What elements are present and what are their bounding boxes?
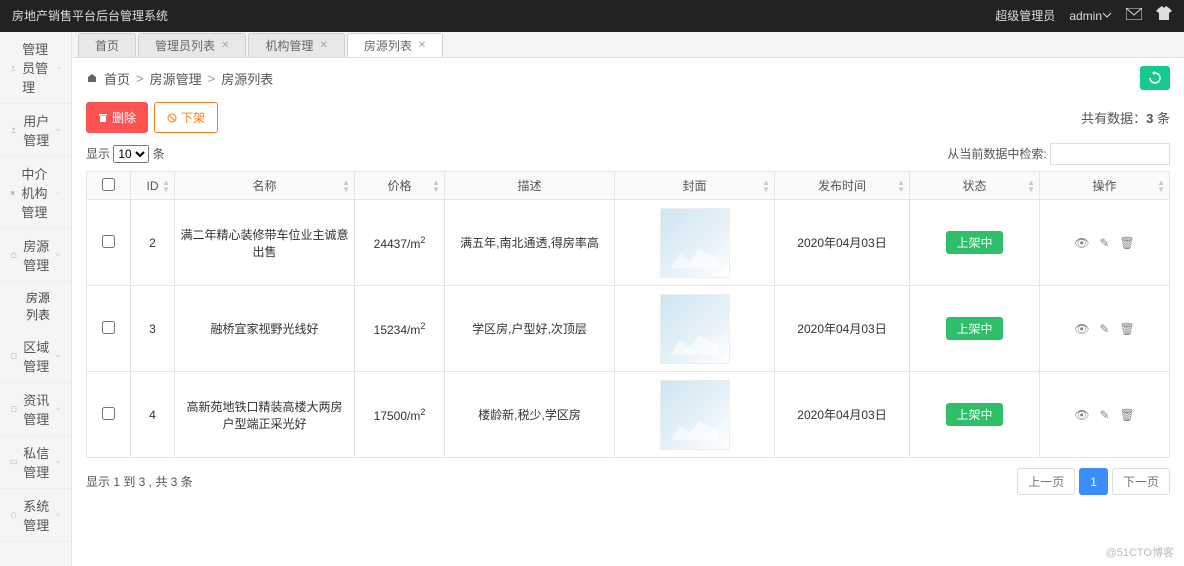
cell-id: 3: [131, 286, 175, 372]
cover-image: [660, 208, 730, 278]
row-checkbox[interactable]: [102, 235, 115, 248]
cell-desc: 楼龄新,税少,学区房: [445, 372, 615, 458]
cell-cover: [615, 286, 775, 372]
cover-image: [660, 380, 730, 450]
sidebar-item-admins[interactable]: 管理员管理: [0, 32, 71, 104]
watermark: @51CTO博客: [1106, 544, 1174, 560]
edit-icon[interactable]: ✎: [1099, 322, 1109, 336]
cell-id: 2: [131, 200, 175, 286]
close-icon[interactable]: ✕: [418, 40, 426, 51]
edit-icon[interactable]: ✎: [1099, 236, 1109, 250]
footer-info: 显示 1 到 3 , 共 3 条: [86, 473, 193, 490]
sidebar-sub-house-list[interactable]: 房源列表: [0, 282, 71, 330]
prev-page-button[interactable]: 上一页: [1017, 468, 1075, 495]
mail-icon[interactable]: [1126, 0, 1142, 32]
col-ops[interactable]: 操作▲▼: [1040, 172, 1170, 200]
cover-image: [660, 294, 730, 364]
cell-price: 17500/m2: [355, 372, 445, 458]
cell-time: 2020年04月03日: [775, 200, 910, 286]
table-row: 3 融桥宜家视野光线好 15234/m2 学区房,户型好,次顶层 2020年04…: [87, 286, 1170, 372]
chevron-up-icon: [55, 250, 61, 260]
cell-status: 上架中: [910, 286, 1040, 372]
edit-icon[interactable]: ✎: [1099, 408, 1109, 422]
shirt-icon[interactable]: [1156, 0, 1172, 32]
cell-price: 15234/m2: [355, 286, 445, 372]
tab-house-list[interactable]: 房源列表✕: [347, 33, 443, 57]
view-icon[interactable]: 👁: [1074, 322, 1089, 336]
cell-name: 融桥宜家视野光线好: [175, 286, 355, 372]
breadcrumb: 首页> 房源管理> 房源列表: [86, 69, 273, 88]
table-row: 4 高新苑地铁口精装高楼大两房 户型端正采光好 17500/m2 楼龄新,税少,…: [87, 372, 1170, 458]
sidebar-item-agencies[interactable]: 中介机构管理: [0, 157, 71, 229]
sidebar-item-users[interactable]: 用户管理: [0, 104, 71, 157]
cell-name: 满二年精心装修带车位业主诚意出售: [175, 200, 355, 286]
delete-button[interactable]: 删除: [86, 102, 148, 133]
refresh-button[interactable]: [1140, 66, 1170, 90]
sidebar-item-regions[interactable]: 区域管理: [0, 330, 71, 383]
cell-id: 4: [131, 372, 175, 458]
sidebar-item-houses[interactable]: 房源管理: [0, 229, 71, 282]
cell-time: 2020年04月03日: [775, 372, 910, 458]
cell-cover: [615, 200, 775, 286]
view-icon[interactable]: 👁: [1074, 236, 1089, 250]
app-title: 房地产销售平台后台管理系统: [12, 0, 168, 32]
row-checkbox[interactable]: [102, 321, 115, 334]
data-count: 共有数据：3 条: [1081, 108, 1170, 127]
sidebar-item-messages[interactable]: 私信管理: [0, 436, 71, 489]
tab-agency[interactable]: 机构管理✕: [248, 33, 344, 57]
checkbox-all[interactable]: [102, 178, 115, 191]
cell-desc: 满五年,南北通透,得房率高: [445, 200, 615, 286]
cell-status: 上架中: [910, 200, 1040, 286]
status-badge[interactable]: 上架中: [946, 403, 1002, 426]
cell-desc: 学区房,户型好,次顶层: [445, 286, 615, 372]
page-size-select[interactable]: 10: [113, 145, 149, 163]
delete-icon[interactable]: 🗑: [1120, 236, 1135, 250]
delete-icon[interactable]: 🗑: [1120, 322, 1135, 336]
cell-time: 2020年04月03日: [775, 286, 910, 372]
view-icon[interactable]: 👁: [1074, 408, 1089, 422]
cell-status: 上架中: [910, 372, 1040, 458]
page-1-button[interactable]: 1: [1079, 468, 1108, 495]
status-badge[interactable]: 上架中: [946, 317, 1002, 340]
col-checkbox[interactable]: [87, 172, 131, 200]
cell-name: 高新苑地铁口精装高楼大两房 户型端正采光好: [175, 372, 355, 458]
col-desc[interactable]: 描述: [445, 172, 615, 200]
home-icon: [86, 72, 98, 84]
sidebar: 管理员管理 用户管理 中介机构管理 房源管理 房源列表 区域管理 资讯管理 私信…: [0, 32, 72, 566]
tab-home[interactable]: 首页: [78, 33, 136, 57]
next-page-button[interactable]: 下一页: [1112, 468, 1170, 495]
col-status[interactable]: 状态▲▼: [910, 172, 1040, 200]
user-menu[interactable]: admin: [1069, 0, 1112, 32]
cell-cover: [615, 372, 775, 458]
chevron-down-icon: [56, 63, 61, 73]
col-cover[interactable]: 封面▲▼: [615, 172, 775, 200]
close-icon[interactable]: ✕: [319, 40, 327, 51]
col-name[interactable]: 名称▲▼: [175, 172, 355, 200]
tab-admin-list[interactable]: 管理员列表✕: [138, 33, 246, 57]
status-badge[interactable]: 上架中: [946, 231, 1002, 254]
remove-button[interactable]: 下架: [154, 102, 218, 133]
table-row: 2 满二年精心装修带车位业主诚意出售 24437/m2 满五年,南北通透,得房率…: [87, 200, 1170, 286]
col-price[interactable]: 价格▲▼: [355, 172, 445, 200]
cell-price: 24437/m2: [355, 200, 445, 286]
col-time[interactable]: 发布时间▲▼: [775, 172, 910, 200]
col-id[interactable]: ID▲▼: [131, 172, 175, 200]
row-checkbox[interactable]: [102, 407, 115, 420]
data-table: ID▲▼ 名称▲▼ 价格▲▼ 描述 封面▲▼ 发布时间▲▼ 状态▲▼ 操作▲▼ …: [86, 171, 1170, 458]
user-role: 超级管理员: [995, 0, 1055, 32]
close-icon[interactable]: ✕: [221, 40, 229, 51]
delete-icon[interactable]: 🗑: [1120, 408, 1135, 422]
sidebar-item-news[interactable]: 资讯管理: [0, 383, 71, 436]
sidebar-item-system[interactable]: 系统管理: [0, 489, 71, 542]
search-input[interactable]: [1050, 143, 1170, 165]
